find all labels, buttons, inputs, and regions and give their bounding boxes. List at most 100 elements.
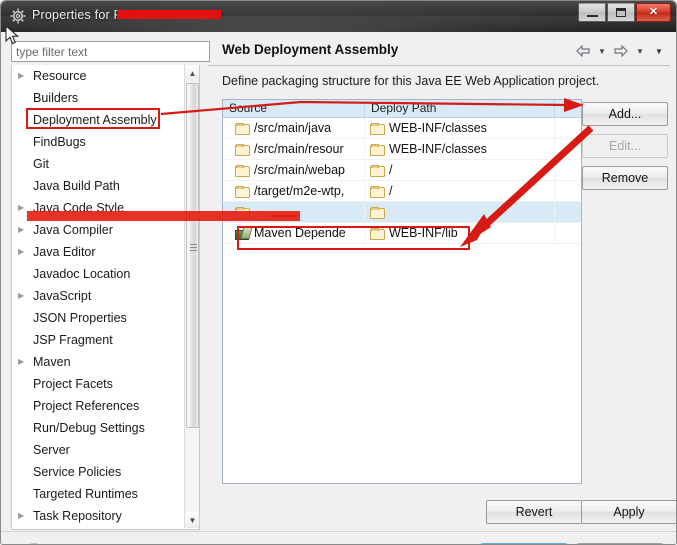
cell-source-text: /target/m2e-wtp, <box>254 184 345 198</box>
footer-divider <box>1 531 676 532</box>
sidebar-item-label: Git <box>33 157 49 171</box>
remove-button[interactable]: Remove <box>582 166 668 190</box>
sidebar-item-label: JavaScript <box>33 289 92 303</box>
dialog-body: ▶ Resource Builders Deployment Assembly … <box>1 32 676 544</box>
sidebar-item-git[interactable]: Git <box>12 153 185 175</box>
sidebar-item-label: Project References <box>33 399 140 413</box>
table-row[interactable]: /src/main/java WEB-INF/classes <box>223 118 581 139</box>
cell-source: /target/m2e-wtp, <box>223 181 365 201</box>
cell-extra <box>555 223 581 243</box>
sidebar-item-maven[interactable]: ▶ Maven <box>12 351 185 373</box>
column-header-extra[interactable] <box>555 100 581 117</box>
sidebar-item-label: Java Compiler <box>33 223 113 237</box>
back-dropdown-icon[interactable]: ▼ <box>594 42 610 60</box>
sidebar-item-java-build-path[interactable]: Java Build Path <box>12 175 185 197</box>
forward-arrow-icon[interactable] <box>613 42 629 60</box>
column-header-deploy-path[interactable]: Deploy Path <box>365 100 555 117</box>
add-button[interactable]: Add... <box>582 102 668 126</box>
table-row[interactable]: /src/main/webap / <box>223 160 581 181</box>
maximize-button[interactable] <box>607 3 635 22</box>
cell-extra <box>555 181 581 201</box>
sidebar-item-label: Targeted Runtimes <box>33 487 138 501</box>
sidebar-item-resource[interactable]: ▶ Resource <box>12 65 185 87</box>
sidebar-item-java-code-style[interactable]: ▶ Java Code Style <box>12 197 185 219</box>
sidebar-item-findbugs[interactable]: FindBugs <box>12 131 185 153</box>
sidebar-item-label: JSON Properties <box>33 311 127 325</box>
sidebar-item-server[interactable]: Server <box>12 439 185 461</box>
scroll-down-icon[interactable]: ▼ <box>185 512 199 528</box>
main-panel: Web Deployment Assembly ▼ ▼ ▼ Define pac… <box>208 34 670 489</box>
column-header-source[interactable]: Source <box>223 100 365 117</box>
assembly-table[interactable]: Source Deploy Path /src/main/java WEB-IN… <box>222 99 582 484</box>
folder-icon <box>370 227 385 240</box>
sidebar-item-java-editor[interactable]: ▶ Java Editor <box>12 241 185 263</box>
table-row-selected[interactable] <box>223 202 581 223</box>
apply-button[interactable]: Apply <box>581 500 676 524</box>
cell-deploy-text: WEB-INF/classes <box>389 121 487 135</box>
chevron-right-icon[interactable]: ▶ <box>18 248 31 256</box>
settings-tree-list: ▶ Resource Builders Deployment Assembly … <box>12 65 185 529</box>
sidebar-item-targeted-runtimes[interactable]: Targeted Runtimes <box>12 483 185 505</box>
sidebar-item-java-compiler[interactable]: ▶ Java Compiler <box>12 219 185 241</box>
table-row[interactable]: Maven Depende WEB-INF/lib <box>223 223 581 244</box>
sidebar-item-run-debug-settings[interactable]: Run/Debug Settings <box>12 417 185 439</box>
settings-tree[interactable]: ▶ Resource Builders Deployment Assembly … <box>11 65 200 530</box>
cell-deploy-text: / <box>389 184 393 198</box>
cell-source: /src/main/resour <box>223 139 365 159</box>
folder-icon <box>370 164 385 177</box>
back-arrow-icon[interactable] <box>575 42 591 60</box>
chevron-right-icon[interactable]: ▶ <box>18 204 31 212</box>
close-icon: ✕ <box>648 6 659 18</box>
cell-extra <box>555 139 581 159</box>
revert-button[interactable]: Revert <box>486 500 582 524</box>
sidebar-item-label: Builders <box>33 91 79 105</box>
scrollbar-grip-icon <box>190 244 197 251</box>
close-button[interactable]: ✕ <box>636 3 671 22</box>
cell-source-text: /src/main/java <box>254 121 332 135</box>
sidebar-item-jsp-fragment[interactable]: JSP Fragment <box>12 329 185 351</box>
sidebar-item-javadoc-location[interactable]: Javadoc Location <box>12 263 185 285</box>
sidebar-item-javascript[interactable]: ▶ JavaScript <box>12 285 185 307</box>
cell-source: Maven Depende <box>223 223 365 243</box>
panel-header: Web Deployment Assembly ▼ ▼ ▼ <box>208 38 670 66</box>
chevron-right-icon[interactable]: ▶ <box>18 358 31 366</box>
page-title: Web Deployment Assembly <box>222 42 399 57</box>
view-menu-icon[interactable]: ▼ <box>651 42 667 60</box>
chevron-right-icon[interactable]: ▶ <box>18 512 31 520</box>
sidebar-item-label: Java Editor <box>33 245 96 259</box>
scrollbar-thumb[interactable] <box>186 83 199 428</box>
sidebar-item-project-facets[interactable]: Project Facets <box>12 373 185 395</box>
sidebar-item-project-references[interactable]: Project References <box>12 395 185 417</box>
cell-deploy-path <box>365 202 555 222</box>
cell-source <box>223 202 365 222</box>
forward-dropdown-icon[interactable]: ▼ <box>632 42 648 60</box>
sidebar-item-service-policies[interactable]: Service Policies <box>12 461 185 483</box>
minimize-icon <box>586 14 598 17</box>
sidebar-item-label: Deployment Assembly <box>33 113 157 127</box>
navigation-controls: ▼ ▼ ▼ <box>575 42 667 60</box>
cell-deploy-path: WEB-INF/classes <box>365 118 555 138</box>
cell-deploy-text: WEB-INF/classes <box>389 142 487 156</box>
folder-icon <box>235 143 250 156</box>
search-input[interactable] <box>11 41 210 62</box>
title-bar[interactable]: Properties for F ✕ <box>1 1 676 32</box>
sidebar-item-deployment-assembly[interactable]: Deployment Assembly <box>12 109 185 131</box>
chevron-right-icon[interactable]: ▶ <box>18 226 31 234</box>
minimize-button[interactable] <box>578 3 606 22</box>
table-row[interactable]: /target/m2e-wtp, / <box>223 181 581 202</box>
gear-icon <box>9 7 27 25</box>
sidebar-item-task-tags[interactable]: Task Tags <box>12 527 185 529</box>
sidebar-item-task-repository[interactable]: ▶ Task Repository <box>12 505 185 527</box>
sidebar-item-builders[interactable]: Builders <box>12 87 185 109</box>
scrollbar-vertical[interactable]: ▲ ▼ <box>184 65 199 528</box>
table-row[interactable]: /src/main/resour WEB-INF/classes <box>223 139 581 160</box>
chevron-right-icon[interactable]: ▶ <box>18 72 31 80</box>
panel-description: Define packaging structure for this Java… <box>222 74 600 88</box>
sidebar-item-json-properties[interactable]: JSON Properties <box>12 307 185 329</box>
cell-extra <box>555 160 581 180</box>
cell-deploy-path: WEB-INF/lib <box>365 223 555 243</box>
scroll-up-icon[interactable]: ▲ <box>185 65 199 81</box>
chevron-right-icon[interactable]: ▶ <box>18 292 31 300</box>
sidebar-item-label: Run/Debug Settings <box>33 421 145 435</box>
sidebar-item-label: Server <box>33 443 70 457</box>
